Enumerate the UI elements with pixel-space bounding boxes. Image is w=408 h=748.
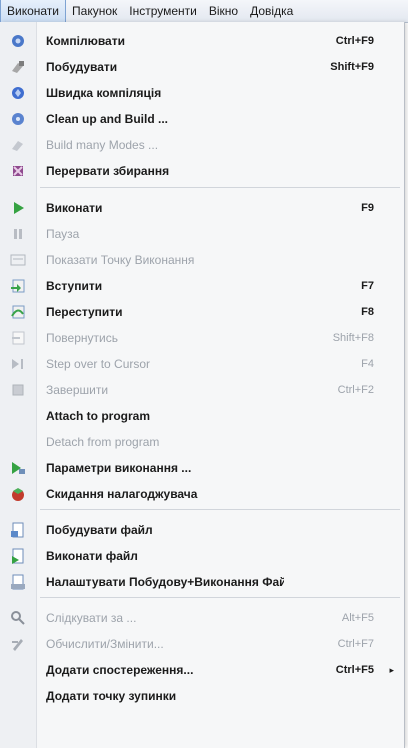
reset-debugger-icon xyxy=(0,481,36,507)
menu-item-label: Переступити xyxy=(46,305,123,319)
menu-item-build[interactable]: Побудувати Shift+F9 xyxy=(0,54,404,80)
build-file-icon xyxy=(0,517,36,543)
clean-build-icon xyxy=(0,106,36,132)
menubar-item-run[interactable]: Виконати xyxy=(0,0,67,24)
menu-item-label: Побудувати файл xyxy=(46,523,153,537)
menu-item-label: Step over to Cursor xyxy=(46,357,151,371)
menu-item-label: Параметри виконання ... xyxy=(46,461,192,475)
build-modes-icon xyxy=(0,132,36,158)
menu-item-label: Build many Modes ... xyxy=(46,138,159,152)
menu-item-attach-to-program[interactable]: Attach to program xyxy=(0,403,404,429)
menu-item-icon-slot xyxy=(0,429,36,455)
menu-item-run[interactable]: Виконати F9 xyxy=(0,195,404,221)
menu-item-label: Обчислити/Змінити... xyxy=(46,637,164,651)
menu-item-label: Налаштувати Побудову+Виконання Файлу ... xyxy=(46,575,284,589)
stop-icon xyxy=(0,377,36,403)
menu-item-step-into[interactable]: Вступити F7 xyxy=(0,273,404,299)
menu-item-shortcut: Alt+F5 xyxy=(341,612,374,624)
menu-item-shortcut: F4 xyxy=(361,358,374,370)
run-icon xyxy=(0,195,36,221)
run-parameters-icon xyxy=(0,455,36,481)
menu-item-clean-build[interactable]: Clean up and Build ... xyxy=(0,106,404,132)
menu-item-label: Додати спостереження... xyxy=(46,663,194,677)
menu-item-shortcut: Ctrl+F2 xyxy=(337,384,374,396)
menubar-item-tools[interactable]: Інструменти xyxy=(123,0,203,22)
menu-item-inspect: Слідкувати за ... Alt+F5 xyxy=(0,605,404,631)
evaluate-modify-icon xyxy=(0,631,36,657)
menu-separator xyxy=(40,597,400,598)
quick-compile-icon xyxy=(0,80,36,106)
menu-bar: Виконати Пакунок Інструменти Вікно Довід… xyxy=(0,0,408,24)
menu-item-run-file[interactable]: Виконати файл xyxy=(0,543,404,569)
menubar-item-package[interactable]: Пакунок xyxy=(66,0,123,22)
menu-item-step-out: Повернутись Shift+F8 xyxy=(0,325,404,351)
menu-item-label: Detach from program xyxy=(46,435,160,449)
menu-item-label: Вступити xyxy=(46,279,103,293)
run-file-icon xyxy=(0,543,36,569)
menu-item-label: Виконати xyxy=(46,201,103,215)
menu-item-label: Повернутись xyxy=(46,331,118,345)
menu-item-show-execution-point: Показати Точку Виконання xyxy=(0,247,404,273)
menu-item-stop: Завершити Ctrl+F2 xyxy=(0,377,404,403)
configure-build-run-icon xyxy=(0,569,36,595)
step-into-icon xyxy=(0,273,36,299)
menubar-item-window[interactable]: Вікно xyxy=(203,0,244,22)
menu-item-run-parameters[interactable]: Параметри виконання ... xyxy=(0,455,404,481)
menu-item-shortcut: Shift+F9 xyxy=(330,61,374,73)
menu-item-reset-debugger[interactable]: Скидання налагоджувача xyxy=(0,481,404,507)
menu-item-label: Завершити xyxy=(46,383,109,397)
menu-item-label: Додати точку зупинки xyxy=(46,689,177,703)
menu-item-label: Побудувати xyxy=(46,60,118,74)
menu-item-step-over-to-cursor: Step over to Cursor F4 xyxy=(0,351,404,377)
menu-item-shortcut: Ctrl+F7 xyxy=(337,638,374,650)
build-icon xyxy=(0,54,36,80)
menu-item-label: Скидання налагоджувача xyxy=(46,487,198,501)
menu-item-label: Clean up and Build ... xyxy=(46,112,169,126)
menu-item-add-breakpoint[interactable]: Додати точку зупинки xyxy=(0,683,404,709)
menu-item-label: Компілювати xyxy=(46,34,125,48)
menu-item-shortcut: F7 xyxy=(361,280,374,292)
menu-item-quick-compile[interactable]: Швидка компіляція xyxy=(0,80,404,106)
menu-item-label: Слідкувати за ... xyxy=(46,611,137,625)
menu-item-shortcut: Ctrl+F5 xyxy=(335,664,374,676)
menu-item-label: Показати Точку Виконання xyxy=(46,253,195,267)
menu-item-label: Перервати збирання xyxy=(46,164,170,178)
menu-item-icon-slot xyxy=(0,683,36,709)
menu-item-label: Attach to program xyxy=(46,409,151,423)
menu-item-icon-slot xyxy=(0,403,36,429)
menu-item-shortcut: Shift+F8 xyxy=(332,332,374,344)
menu-item-compile[interactable]: Компілювати Ctrl+F9 xyxy=(0,28,404,54)
inspect-icon xyxy=(0,605,36,631)
run-menu-dropdown: Компілювати Ctrl+F9 Побудувати Shift+F9 Швид… xyxy=(0,22,405,748)
menu-item-build-file[interactable]: Побудувати файл xyxy=(0,517,404,543)
step-over-icon xyxy=(0,299,36,325)
menu-item-shortcut: F9 xyxy=(361,202,374,214)
menu-item-label: Пауза xyxy=(46,227,80,241)
menu-item-icon-slot xyxy=(0,657,36,683)
menu-item-label: Швидка компіляція xyxy=(46,86,162,100)
run-to-cursor-icon xyxy=(0,351,36,377)
menu-item-configure-build-run-file[interactable]: Налаштувати Побудову+Виконання Файлу ... xyxy=(0,569,404,595)
abort-build-icon xyxy=(0,158,36,184)
menu-item-evaluate-modify: Обчислити/Змінити... Ctrl+F7 xyxy=(0,631,404,657)
menu-separator xyxy=(40,187,400,188)
menu-item-pause: Пауза xyxy=(0,221,404,247)
menu-item-label: Виконати файл xyxy=(46,549,138,563)
menu-item-shortcut: Ctrl+F9 xyxy=(335,35,374,47)
menu-item-step-over[interactable]: Переступити F8 xyxy=(0,299,404,325)
menu-item-shortcut: F8 xyxy=(361,306,374,318)
submenu-arrow-icon: ▸ xyxy=(389,664,394,675)
menu-item-abort-build[interactable]: Перервати збирання xyxy=(0,158,404,184)
pause-icon xyxy=(0,221,36,247)
compile-icon xyxy=(0,28,36,54)
menu-item-detach-from-program: Detach from program xyxy=(0,429,404,455)
step-out-icon xyxy=(0,325,36,351)
menubar-item-help[interactable]: Довідка xyxy=(244,0,299,22)
show-execution-point-icon xyxy=(0,247,36,273)
menu-item-build-many-modes: Build many Modes ... xyxy=(0,132,404,158)
menu-item-add-watch[interactable]: Додати спостереження... Ctrl+F5 ▸ xyxy=(0,657,404,683)
menu-separator xyxy=(40,509,400,510)
